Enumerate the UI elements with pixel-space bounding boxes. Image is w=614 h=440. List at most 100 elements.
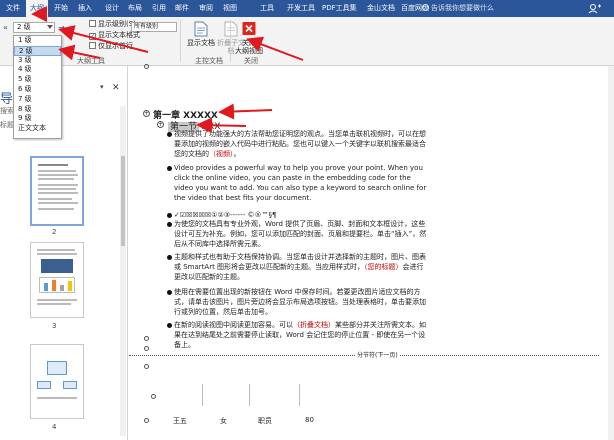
body-paragraph[interactable]: 为使您的文档具有专业外观，Word 提供了页眉、页脚、封面和文本框设计，这些设计… bbox=[174, 219, 429, 249]
close-group-label: 关闭 bbox=[244, 57, 258, 65]
tell-me-text: 告诉我你想要做什么 bbox=[431, 4, 494, 12]
show-text-format-checkbox[interactable]: ✓ 显示文本格式 bbox=[89, 31, 179, 40]
demote-icon[interactable]: → bbox=[57, 23, 66, 32]
body-paragraph[interactable]: 视频提供了功能强大的方法帮助您证明您的观点。当您单击联机视频时，可以在想要添加的… bbox=[174, 129, 429, 159]
table-cell: 女 bbox=[220, 417, 227, 425]
document-icon bbox=[194, 21, 208, 37]
ribbon-tab[interactable]: 审阅 bbox=[195, 0, 217, 17]
page-thumbnail[interactable] bbox=[30, 156, 84, 226]
ribbon-divider bbox=[230, 20, 231, 62]
outline-level-option[interactable]: 1 级 bbox=[14, 36, 61, 46]
body-paragraph[interactable]: 主题和样式也有助于文档保持协调。当您单击设计并选择新的主题时，图片、图表或 Sm… bbox=[174, 252, 429, 282]
share-icon[interactable] bbox=[588, 3, 602, 14]
empty-paragraph-marker bbox=[144, 346, 149, 351]
page-number: 4 bbox=[52, 423, 57, 431]
body-text-bullet-icon bbox=[167, 290, 172, 295]
thumbnail-diagram bbox=[47, 361, 67, 375]
show-text-format-label: 显示文本格式 bbox=[98, 31, 140, 39]
paragraph-text: 。 bbox=[233, 150, 241, 158]
ribbon-tab[interactable]: 金山文档 bbox=[363, 0, 399, 17]
show-document-label: 显示文档 bbox=[187, 39, 215, 47]
body-text-bullet-icon bbox=[167, 132, 172, 137]
body-paragraph[interactable]: Video provides a powerful way to help yo… bbox=[174, 163, 429, 203]
page-number: 2 bbox=[52, 228, 57, 236]
table-cell: 职员 bbox=[258, 417, 272, 425]
page-thumbnail[interactable] bbox=[30, 242, 84, 318]
close-label-line2: 大纲视图 bbox=[235, 47, 263, 55]
outline-level-option[interactable]: 2 级 bbox=[14, 45, 61, 56]
ribbon-tab[interactable]: 设计 bbox=[101, 0, 123, 17]
show-level-icon bbox=[89, 20, 96, 27]
ribbon-tab[interactable]: 开发工具 bbox=[283, 0, 319, 17]
ribbon-tab-bar: 文件 大纲 开始 插入 设计 布局 引用 邮件 审阅 视图 工具 开发工具 PDF工具集 金山文档 百度网盘… bbox=[0, 0, 614, 17]
body-text-bullet-icon bbox=[167, 222, 172, 227]
show-document-button[interactable]: 显示文档 bbox=[184, 21, 218, 47]
tell-me-box[interactable]: 告诉我你想要做什么 bbox=[422, 3, 528, 14]
ribbon-tab[interactable]: 布局 bbox=[124, 0, 146, 17]
empty-paragraph-marker bbox=[151, 394, 156, 399]
checkmark-icon: ✓ bbox=[89, 33, 96, 40]
outline-level-select[interactable]: 2 级 bbox=[13, 22, 55, 33]
table-divider bbox=[249, 384, 250, 406]
ribbon-tab[interactable]: 视图 bbox=[219, 0, 241, 17]
chevron-down-icon bbox=[47, 25, 53, 29]
table-cell: 80 bbox=[305, 416, 314, 424]
document-scrollbar[interactable] bbox=[608, 66, 614, 440]
empty-paragraph-marker bbox=[144, 336, 149, 341]
show-first-line-checkbox[interactable]: 仅显示首行 bbox=[89, 42, 179, 51]
outline-level-value: 2 级 bbox=[17, 23, 31, 31]
outline-level-option[interactable]: 9 级 bbox=[14, 114, 61, 124]
master-doc-group-label: 主控文档 bbox=[195, 57, 223, 65]
demote-to-body-icon[interactable]: » bbox=[67, 23, 76, 32]
outline-tools-group-label: 大纲工具 bbox=[77, 57, 105, 65]
red-highlight-text: （视频） bbox=[209, 150, 234, 158]
outline-level-option[interactable]: 3 级 bbox=[14, 56, 61, 66]
ribbon-tab[interactable]: PDF工具集 bbox=[318, 0, 361, 17]
empty-paragraph-marker bbox=[144, 364, 149, 369]
promote-to-heading1-icon[interactable]: « bbox=[1, 23, 10, 32]
close-icon bbox=[242, 22, 256, 35]
close-icon[interactable]: ✕ bbox=[112, 83, 122, 93]
document-area: + 第一章 XXXXX + 第一节 XXX 视频提供了功能强大的方法帮助您证明您… bbox=[129, 64, 614, 440]
ribbon-tab[interactable]: 文件 bbox=[2, 0, 24, 17]
close-label-line1: 关闭 bbox=[242, 39, 256, 47]
ribbon-tab[interactable]: 邮件 bbox=[171, 0, 193, 17]
ribbon-body: « 2 级 → » 显示级别(S): 所有级别 ✓ 显示文本格式 仅显示首行 大纲… bbox=[0, 17, 614, 66]
outline-level-option[interactable]: 8 级 bbox=[14, 105, 61, 115]
chevron-down-icon[interactable]: ▾ bbox=[100, 83, 108, 93]
paragraph-text: ✓☑☒☒☒☒①②③------ ©®™§¶ bbox=[174, 211, 277, 219]
table-cell: 王五 bbox=[173, 417, 187, 425]
body-paragraph[interactable]: 在新的阅读视图中阅读更加容易。可以（折叠文档）某些部分并关注所需文本。如果在达到… bbox=[174, 320, 429, 350]
ribbon-tab[interactable]: 插入 bbox=[74, 0, 96, 17]
outline-level-dropdown: 1 级2 级3 级4 级5 级6 级7 级8 级9 级正文文本 bbox=[13, 35, 62, 139]
ribbon-tab[interactable]: 大纲 bbox=[26, 0, 48, 17]
page-thumbnail[interactable] bbox=[30, 344, 84, 419]
outline-level-option[interactable]: 4 级 bbox=[14, 65, 61, 75]
table-divider bbox=[202, 384, 203, 406]
checkbox-icon bbox=[89, 42, 96, 49]
close-outline-view-button[interactable]: 关闭 大纲视图 bbox=[232, 21, 266, 55]
paragraph-text: 在新的阅读视图中阅读更加容易。可以 bbox=[174, 321, 293, 329]
show-first-line-label: 仅显示首行 bbox=[98, 42, 133, 50]
thumbnail-chart bbox=[39, 277, 75, 293]
outline-level-option[interactable]: 6 级 bbox=[14, 85, 61, 95]
page-number: 3 bbox=[52, 322, 57, 330]
paragraph-text: Video provides a powerful way to help yo… bbox=[174, 164, 427, 202]
ribbon-divider bbox=[180, 20, 181, 62]
body-paragraph[interactable]: 使用在需要位置出现的新按钮在 Word 中保存时间。若要更改图片适应文档的方式，… bbox=[174, 287, 429, 317]
ribbon-tab[interactable]: 开始 bbox=[50, 0, 72, 17]
body-text-bullet-icon bbox=[167, 166, 172, 171]
outline-level-option[interactable]: 正文文本 bbox=[14, 124, 61, 134]
ribbon-tab[interactable]: 引用 bbox=[148, 0, 170, 17]
expand-collapse-icon[interactable]: + bbox=[157, 121, 164, 128]
paragraph-text: 使用在需要位置出现的新按钮在 Word 中保存时间。若要更改图片适应文档的方式，… bbox=[174, 288, 426, 316]
outline-level-option[interactable]: 7 级 bbox=[14, 95, 61, 105]
empty-paragraph-marker bbox=[144, 64, 149, 69]
ribbon-tab[interactable]: 工具 bbox=[256, 0, 278, 17]
thumbnail-image bbox=[41, 259, 73, 273]
show-level-value: 所有级别 bbox=[134, 23, 159, 30]
nav-scrollbar[interactable] bbox=[120, 106, 126, 436]
body-text-bullet-icon bbox=[167, 255, 172, 260]
outline-level-option[interactable]: 5 级 bbox=[14, 75, 61, 85]
expand-collapse-icon[interactable]: + bbox=[143, 110, 150, 117]
